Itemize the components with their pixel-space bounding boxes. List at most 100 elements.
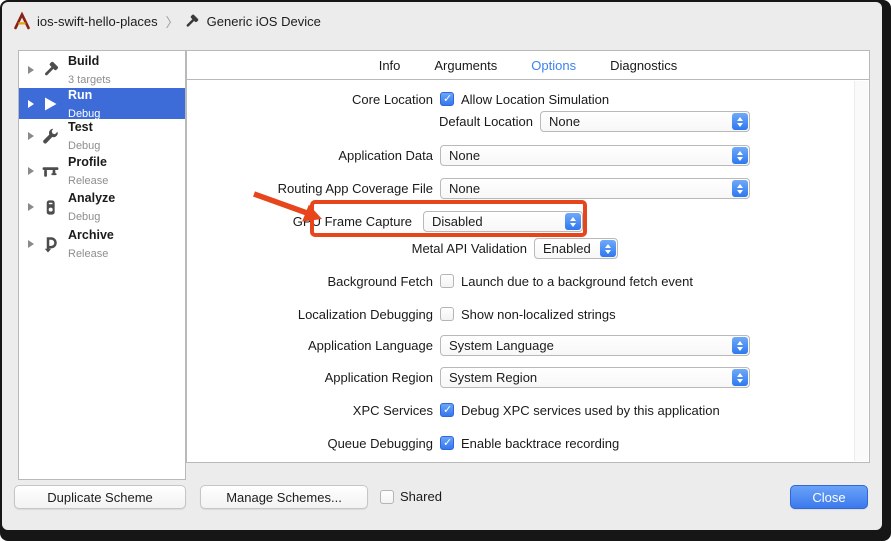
sidebar-item-sublabel: Debug <box>68 211 100 223</box>
disclosure-triangle-icon[interactable] <box>28 203 34 211</box>
sidebar-item-label: Archive <box>68 228 114 242</box>
stepper-icon <box>732 113 748 130</box>
field-label: Default Location <box>187 111 533 132</box>
form-row-metal-api-validation: Metal API Validation Enabled <box>187 238 869 260</box>
sidebar-item-label: Run <box>68 88 92 102</box>
checkbox-label: Enable backtrace recording <box>461 433 619 454</box>
sidebar-item-build[interactable]: Build 3 targets <box>19 51 185 88</box>
form-row-default-location: Default Location None <box>187 111 869 133</box>
sidebar-item-label: Analyze <box>68 191 115 205</box>
disclosure-triangle-icon[interactable] <box>28 66 34 74</box>
shared-label: Shared <box>400 489 442 504</box>
form-row-application-region: Application Region System Region <box>187 367 869 389</box>
field-label: Application Region <box>187 367 433 388</box>
localization-debugging-checkbox[interactable] <box>440 307 454 321</box>
field-label: GPU Frame Capture <box>187 211 412 232</box>
scheme-name[interactable]: ios-swift-hello-places <box>37 14 158 29</box>
field-label: Metal API Validation <box>187 238 527 259</box>
scheme-a-icon <box>12 11 32 31</box>
queue-debugging-checkbox[interactable] <box>440 436 454 450</box>
wrench-icon <box>38 125 62 147</box>
xpc-services-checkbox[interactable] <box>440 403 454 417</box>
form-row-application-language: Application Language System Language <box>187 335 869 357</box>
options-pane: Info Arguments Options Diagnostics Core … <box>186 50 870 463</box>
tab-diagnostics[interactable]: Diagnostics <box>610 58 677 73</box>
tab-arguments[interactable]: Arguments <box>434 58 497 73</box>
options-form: Core Location Allow Location Simulation … <box>187 81 869 462</box>
sidebar-item-sublabel: 3 targets <box>68 74 111 86</box>
form-row-localization-debugging: Localization Debugging Show non-localize… <box>187 304 869 326</box>
dialog-footer: Duplicate Scheme Manage Schemes... Share… <box>2 478 882 530</box>
metal-api-validation-select[interactable]: Enabled <box>534 238 618 259</box>
field-label: Core Location <box>187 89 433 110</box>
disclosure-triangle-icon[interactable] <box>28 100 34 108</box>
application-language-select[interactable]: System Language <box>440 335 750 356</box>
tab-info[interactable]: Info <box>379 58 401 73</box>
gauge-icon <box>38 160 62 182</box>
sidebar-item-run[interactable]: Run Debug <box>19 88 185 119</box>
tab-options[interactable]: Options <box>531 58 576 73</box>
sidebar-item-label: Build <box>68 54 99 68</box>
form-row-core-location: Core Location Allow Location Simulation <box>187 89 869 111</box>
stepper-icon <box>732 147 748 164</box>
siren-icon <box>38 196 62 218</box>
stepper-icon <box>732 180 748 197</box>
field-label: Application Data <box>187 145 433 166</box>
sidebar-item-label: Profile <box>68 155 107 169</box>
manage-schemes-button[interactable]: Manage Schemes... <box>200 485 368 509</box>
allow-location-simulation-checkbox[interactable] <box>440 92 454 106</box>
gpu-frame-capture-select[interactable]: Disabled <box>423 211 583 232</box>
default-location-select[interactable]: None <box>540 111 750 132</box>
hammer-icon <box>182 11 202 31</box>
shared-option: Shared <box>380 489 442 504</box>
sidebar-item-test[interactable]: Test Debug <box>19 119 185 153</box>
close-button[interactable]: Close <box>790 485 868 509</box>
checkbox-label: Allow Location Simulation <box>461 89 609 110</box>
application-region-select[interactable]: System Region <box>440 367 750 388</box>
hammer-icon <box>38 59 62 81</box>
sidebar-item-sublabel: Release <box>68 175 108 187</box>
disclosure-triangle-icon[interactable] <box>28 167 34 175</box>
form-row-xpc-services: XPC Services Debug XPC services used by … <box>187 400 869 422</box>
sidebar-item-profile[interactable]: Profile Release <box>19 153 185 189</box>
application-data-select[interactable]: None <box>440 145 750 166</box>
sidebar-item-sublabel: Release <box>68 248 108 260</box>
disclosure-triangle-icon[interactable] <box>28 132 34 140</box>
checkbox-label: Show non-localized strings <box>461 304 616 325</box>
routing-app-coverage-select[interactable]: None <box>440 178 750 199</box>
form-row-application-data: Application Data None <box>187 145 869 167</box>
duplicate-scheme-button[interactable]: Duplicate Scheme <box>14 485 186 509</box>
scheme-breadcrumb: ios-swift-hello-places 〉 Generic iOS Dev… <box>2 2 882 40</box>
field-label: XPC Services <box>187 400 433 421</box>
shared-checkbox[interactable] <box>380 490 394 504</box>
archive-icon <box>38 233 62 255</box>
form-row-routing-app-coverage: Routing App Coverage File None <box>187 178 869 200</box>
checkbox-label: Debug XPC services used by this applicat… <box>461 400 720 421</box>
scheme-editor-dialog: ios-swift-hello-places 〉 Generic iOS Dev… <box>2 2 882 530</box>
form-row-gpu-frame-capture: GPU Frame Capture Disabled <box>187 211 869 233</box>
field-label: Application Language <box>187 335 433 356</box>
play-icon <box>38 93 62 115</box>
stepper-icon <box>732 369 748 386</box>
sidebar-item-label: Test <box>68 120 93 134</box>
run-destination[interactable]: Generic iOS Device <box>207 14 321 29</box>
background-fetch-checkbox[interactable] <box>440 274 454 288</box>
disclosure-triangle-icon[interactable] <box>28 240 34 248</box>
stepper-icon <box>565 213 581 230</box>
sidebar-item-sublabel: Debug <box>68 140 100 152</box>
window-frame: ios-swift-hello-places 〉 Generic iOS Dev… <box>0 0 891 541</box>
field-label: Routing App Coverage File <box>187 178 433 199</box>
scheme-actions-sidebar: Build 3 targets Run Debug Test <box>18 50 186 480</box>
checkbox-label: Launch due to a background fetch event <box>461 271 693 292</box>
field-label: Queue Debugging <box>187 433 433 454</box>
form-row-queue-debugging: Queue Debugging Enable backtrace recordi… <box>187 433 869 455</box>
breadcrumb-separator: 〉 <box>166 12 179 31</box>
stepper-icon <box>600 240 616 257</box>
form-row-background-fetch: Background Fetch Launch due to a backgro… <box>187 271 869 293</box>
sidebar-item-archive[interactable]: Archive Release <box>19 225 185 262</box>
stepper-icon <box>732 337 748 354</box>
sidebar-item-analyze[interactable]: Analyze Debug <box>19 189 185 225</box>
field-label: Background Fetch <box>187 271 433 292</box>
tab-bar: Info Arguments Options Diagnostics <box>187 51 869 80</box>
field-label: Localization Debugging <box>187 304 433 325</box>
